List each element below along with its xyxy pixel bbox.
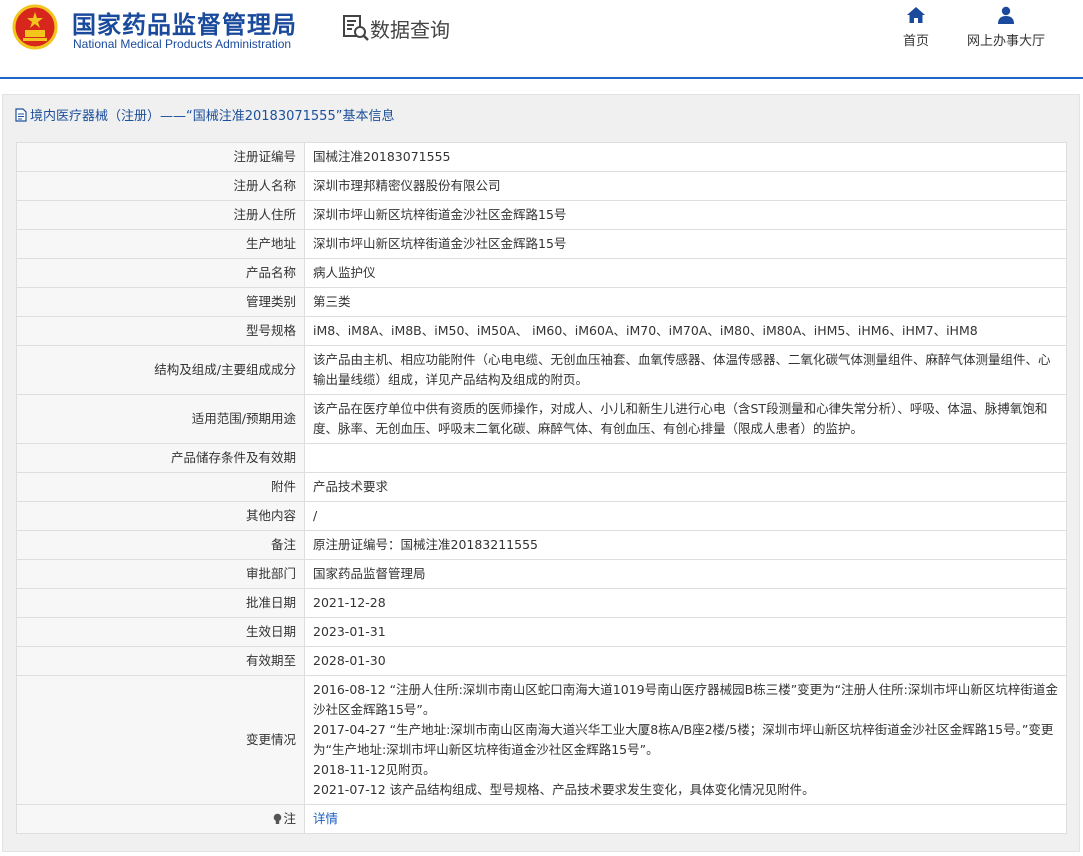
brand-title-en: National Medical Products Administration xyxy=(73,37,292,51)
panel-title: 境内医疗器械（注册）——“国械注准20183071555”基本信息 xyxy=(15,105,394,124)
note-value-cell: 详情 xyxy=(304,804,1067,834)
brand-title-cn: 国家药品监督管理局 xyxy=(72,11,297,39)
site-header: 国家药品监督管理局 National Medical Products Admi… xyxy=(0,0,1083,79)
row-label: 管理类别 xyxy=(16,287,305,317)
row-label: 其他内容 xyxy=(16,501,305,531)
change-entry: 2017-04-27 “生产地址:深圳市南山区南海大道兴华工业大厦8栋A/B座2… xyxy=(313,722,1054,757)
row-value: 原注册证编号：国械注准20183211555 xyxy=(304,530,1067,560)
row-label: 变更情况 xyxy=(16,675,305,805)
nav-online-service-hall-label: 网上办事大厅 xyxy=(966,34,1045,49)
row-label: 结构及组成/主要组成成分 xyxy=(16,345,305,395)
home-icon xyxy=(907,7,925,23)
table-row: 生产地址 深圳市坪山新区坑梓街道金沙社区金辉路15号 xyxy=(16,229,1067,259)
table-row: 产品名称 病人监护仪 xyxy=(16,258,1067,288)
nav-home[interactable]: 首页 xyxy=(896,6,936,49)
national-emblem-icon xyxy=(12,4,58,50)
detail-panel: 境内医疗器械（注册）——“国械注准20183071555”基本信息 注册证编号国… xyxy=(2,94,1080,852)
table-row: 结构及组成/主要组成成分 该产品由主机、相应功能附件（心电电缆、无创血压袖套、血氧… xyxy=(16,345,1067,395)
row-label: 生产地址 xyxy=(16,229,305,259)
table-row: 附件 产品技术要求 xyxy=(16,472,1067,502)
row-label: 产品名称 xyxy=(16,258,305,288)
table-row: 注册人名称 深圳市理邦精密仪器股份有限公司 xyxy=(16,171,1067,201)
table-row-changes: 变更情况 2016-08-12 “注册人住所:深圳市南山区蛇口南海大道1019号南… xyxy=(16,675,1067,805)
row-value: / xyxy=(304,501,1067,531)
row-value: 第三类 xyxy=(304,287,1067,317)
change-entry: 2018-11-12见附页。 xyxy=(313,762,436,777)
row-value: 该产品在医疗单位中供有资质的医师操作，对成人、小儿和新生儿进行心电（含ST段测量… xyxy=(304,394,1067,444)
note-label-cell: 注 xyxy=(16,804,305,834)
row-value: 深圳市坪山新区坑梓街道金沙社区金辉路15号 xyxy=(304,229,1067,259)
lightbulb-icon xyxy=(274,813,282,824)
table-row: 其他内容 / xyxy=(16,501,1067,531)
note-label: 注 xyxy=(283,811,296,826)
row-value: 深圳市理邦精密仪器股份有限公司 xyxy=(304,171,1067,201)
table-row: 有效期至 2028-01-30 xyxy=(16,646,1067,676)
table-row: 型号规格 iM8、iM8A、iM8B、iM50、iM50A、 iM60、iM60A… xyxy=(16,316,1067,346)
row-value: 病人监护仪 xyxy=(304,258,1067,288)
row-value xyxy=(304,443,1067,473)
table-row-note: 注 详情 xyxy=(16,804,1067,834)
data-query-icon xyxy=(343,15,369,41)
table-row: 批准日期 2021-12-28 xyxy=(16,588,1067,618)
row-label: 注册人住所 xyxy=(16,200,305,230)
table-row: 审批部门 国家药品监督管理局 xyxy=(16,559,1067,589)
row-value: 2021-12-28 xyxy=(304,588,1067,618)
row-value: 该产品由主机、相应功能附件（心电电缆、无创血压袖套、血氧传感器、体温传感器、二氧… xyxy=(304,345,1067,395)
header-divider xyxy=(0,77,1083,79)
section-title: 数据查询 xyxy=(370,18,450,42)
change-entry: 2016-08-12 “注册人住所:深圳市南山区蛇口南海大道1019号南山医疗器… xyxy=(313,682,1058,717)
nav-online-service-hall[interactable]: 网上办事大厅 xyxy=(962,6,1050,49)
row-value: 2023-01-31 xyxy=(304,617,1067,647)
nav-home-label: 首页 xyxy=(902,34,929,49)
row-value: iM8、iM8A、iM8B、iM50、iM50A、 iM60、iM60A、iM7… xyxy=(304,316,1067,346)
user-icon xyxy=(998,6,1014,24)
row-label: 有效期至 xyxy=(16,646,305,676)
row-label: 适用范围/预期用途 xyxy=(16,394,305,444)
row-label: 型号规格 xyxy=(16,316,305,346)
row-label: 批准日期 xyxy=(16,588,305,618)
document-icon xyxy=(15,107,27,122)
row-label: 生效日期 xyxy=(16,617,305,647)
row-value: 2028-01-30 xyxy=(304,646,1067,676)
info-table: 注册证编号 国械注准20183071555 注册人名称 深圳市理邦精密仪器股份有限公司… xyxy=(16,142,1067,834)
panel-title-text: 境内医疗器械（注册）——“国械注准20183071555”基本信息 xyxy=(30,109,395,124)
table-row: 产品储存条件及有效期 xyxy=(16,443,1067,473)
table-row: 注册人住所 深圳市坪山新区坑梓街道金沙社区金辉路15号 xyxy=(16,200,1067,230)
table-row: 生效日期 2023-01-31 xyxy=(16,617,1067,647)
table-row: 管理类别 第三类 xyxy=(16,287,1067,317)
row-value: 深圳市坪山新区坑梓街道金沙社区金辉路15号 xyxy=(304,200,1067,230)
row-label: 注册人名称 xyxy=(16,171,305,201)
row-label: 附件 xyxy=(16,472,305,502)
row-value: 国家药品监督管理局 xyxy=(304,559,1067,589)
table-row: 适用范围/预期用途 该产品在医疗单位中供有资质的医师操作，对成人、小儿和新生儿进行… xyxy=(16,394,1067,444)
table-row: 注册证编号 国械注准20183071555 xyxy=(16,142,1067,172)
details-link[interactable]: 详情 xyxy=(313,811,338,826)
row-label: 注册证编号 xyxy=(16,142,305,172)
row-value: 国械注准20183071555 xyxy=(304,142,1067,172)
row-label: 产品储存条件及有效期 xyxy=(16,443,305,473)
row-label: 审批部门 xyxy=(16,559,305,589)
row-label: 备注 xyxy=(16,530,305,560)
row-value: 产品技术要求 xyxy=(304,472,1067,502)
table-row: 备注 原注册证编号：国械注准20183211555 xyxy=(16,530,1067,560)
change-history: 2016-08-12 “注册人住所:深圳市南山区蛇口南海大道1019号南山医疗器… xyxy=(304,675,1067,805)
change-entry: 2021-07-12 该产品结构组成、型号规格、产品技术要求发生变化，具体变化情… xyxy=(313,782,815,797)
